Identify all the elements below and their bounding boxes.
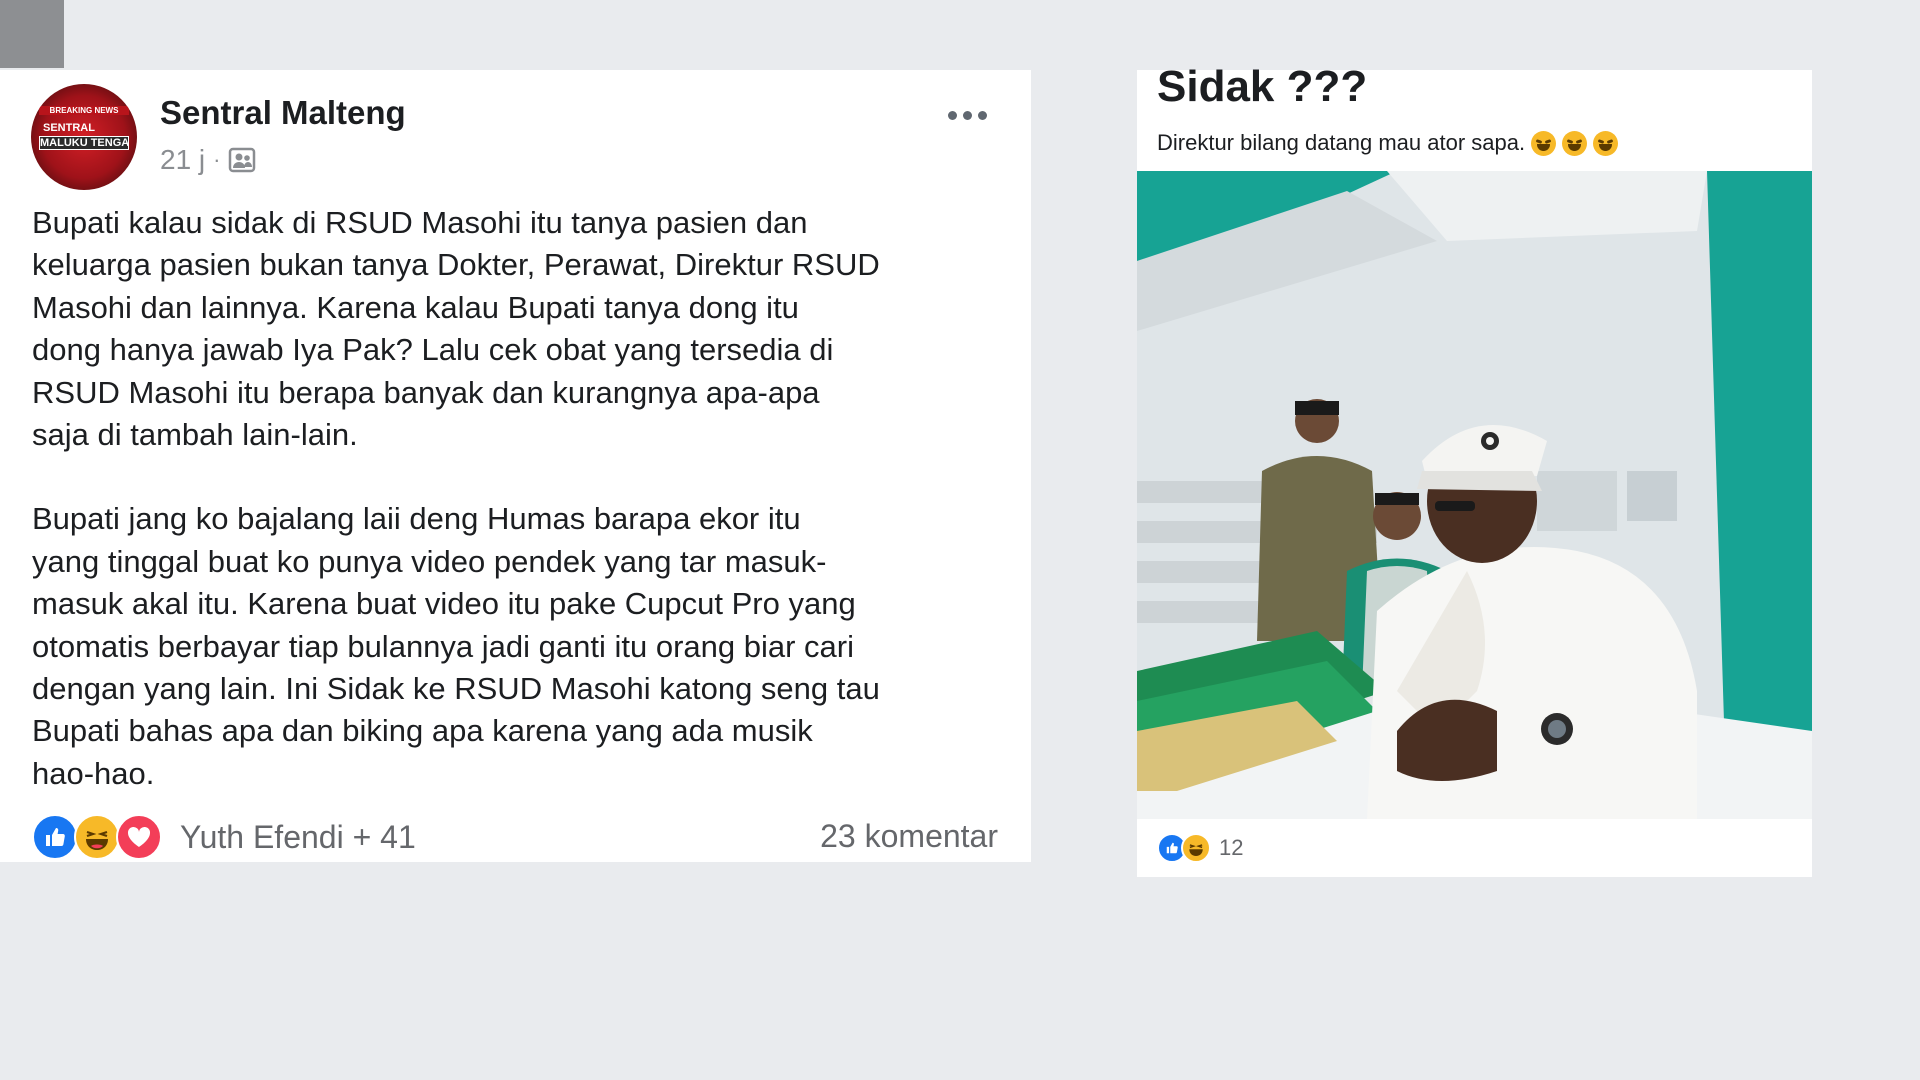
left-post-card: BREAKING NEWS SENTRAL MALUKU TENGAH Sent… xyxy=(0,70,1031,862)
friends-audience-icon xyxy=(228,147,256,173)
comments-count-link[interactable]: 23 komentar xyxy=(820,818,998,855)
shared-reaction-count: 12 xyxy=(1219,835,1244,860)
corner-block xyxy=(0,0,64,68)
like-icon xyxy=(32,814,78,860)
rofl-emoji-icon xyxy=(1593,130,1619,156)
haha-icon xyxy=(1181,833,1211,863)
video-scene-image xyxy=(1137,171,1812,819)
rofl-emoji-icon xyxy=(1562,130,1588,156)
shared-reaction-summary[interactable]: 12 xyxy=(1157,833,1243,863)
post-body: Bupati kalau sidak di RSUD Masohi itu ta… xyxy=(32,202,1012,795)
page-name-link[interactable]: Sentral Malteng xyxy=(160,94,406,132)
shared-post-caption-row: Direktur bilang datang mau ator sapa. xyxy=(1157,130,1619,156)
meta-separator: · xyxy=(213,147,221,172)
shared-post-caption: Direktur bilang datang mau ator sapa. xyxy=(1157,130,1526,155)
post-paragraph-1: Bupati kalau sidak di RSUD Masohi itu ta… xyxy=(32,205,880,453)
post-paragraph-2: Bupati jang ko bajalang laii deng Humas … xyxy=(32,501,880,791)
love-icon xyxy=(116,814,162,860)
post-time[interactable]: 21 j xyxy=(160,144,205,176)
post-meta: 21 j · xyxy=(160,144,256,176)
reaction-names[interactable]: Yuth Efendi + 41 xyxy=(180,819,416,856)
avatar-text-breaking: BREAKING NEWS xyxy=(39,106,129,115)
video-thumbnail[interactable] xyxy=(1137,171,1812,819)
avatar-text-sentral: SENTRAL xyxy=(43,122,95,134)
haha-icon xyxy=(74,814,120,860)
avatar-text-maluku: MALUKU TENGAH xyxy=(39,136,129,150)
page-avatar[interactable]: BREAKING NEWS SENTRAL MALUKU TENGAH xyxy=(31,84,137,190)
shared-post-title: Sidak ??? xyxy=(1157,62,1368,111)
reaction-summary[interactable]: Yuth Efendi + 41 xyxy=(32,814,416,860)
right-post-card: Sidak ??? Direktur bilang datang mau ato… xyxy=(1137,62,1812,877)
rofl-emoji-icon xyxy=(1531,130,1557,156)
more-options-icon[interactable] xyxy=(948,100,998,130)
